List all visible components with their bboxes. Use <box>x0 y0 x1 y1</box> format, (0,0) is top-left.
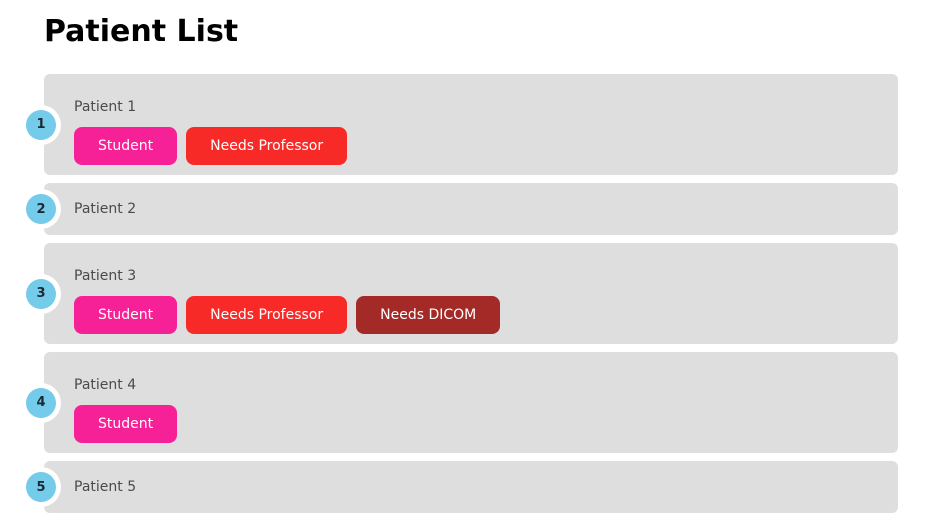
list-item[interactable]: 2 Patient 2 <box>0 183 932 235</box>
patient-tag-row: Student <box>74 405 882 443</box>
patient-index-badge: 1 <box>26 109 56 140</box>
tag-student[interactable]: Student <box>74 296 178 334</box>
patient-index-badge: 5 <box>26 472 56 502</box>
patient-index-badge: 4 <box>26 387 56 418</box>
tag-student[interactable]: Student <box>74 405 178 443</box>
patient-name: Patient 2 <box>74 201 137 217</box>
patient-tag-row: Student Needs Professor <box>74 127 882 165</box>
tag-needsdicom[interactable]: Needs DICOM <box>356 296 501 334</box>
patient-index-badge: 3 <box>26 278 56 309</box>
patient-card-body: Patient 3 Student Needs Professor Needs DIC… <box>74 243 882 344</box>
patient-card-body: Patient 4 Student <box>74 352 882 453</box>
list-item[interactable]: 4 Patient 4 Student <box>0 352 932 453</box>
patient-name: Patient 4 <box>74 377 137 393</box>
list-item[interactable]: 1 Patient 1 Student Needs Professor <box>0 74 932 175</box>
tag-needsprofessor[interactable]: Needs Professor <box>186 127 348 165</box>
patient-tag-row: Student Needs Professor Needs DICOM <box>74 296 882 334</box>
patient-list-page: Patient List 1 Patient 1 Student Needs Prof… <box>0 0 932 528</box>
tag-needsprofessor[interactable]: Needs Professor <box>186 296 348 334</box>
page-title: Patient List <box>44 14 239 49</box>
patient-card-body: Patient 1 Student Needs Professor <box>74 74 882 175</box>
tag-student[interactable]: Student <box>74 127 178 165</box>
list-item[interactable]: 5 Patient 5 <box>0 461 932 513</box>
patient-index-badge: 2 <box>26 194 56 224</box>
patient-name: Patient 1 <box>74 99 137 115</box>
patient-card-body: Patient 2 <box>74 183 882 235</box>
patient-name: Patient 5 <box>74 479 137 495</box>
list-item[interactable]: 3 Patient 3 Student Needs Professor Needs DI… <box>0 243 932 344</box>
patient-card-body: Patient 5 <box>74 461 882 513</box>
patient-name: Patient 3 <box>74 268 137 284</box>
patient-list: 1 Patient 1 Student Needs Professor 2 Patient… <box>0 74 932 521</box>
